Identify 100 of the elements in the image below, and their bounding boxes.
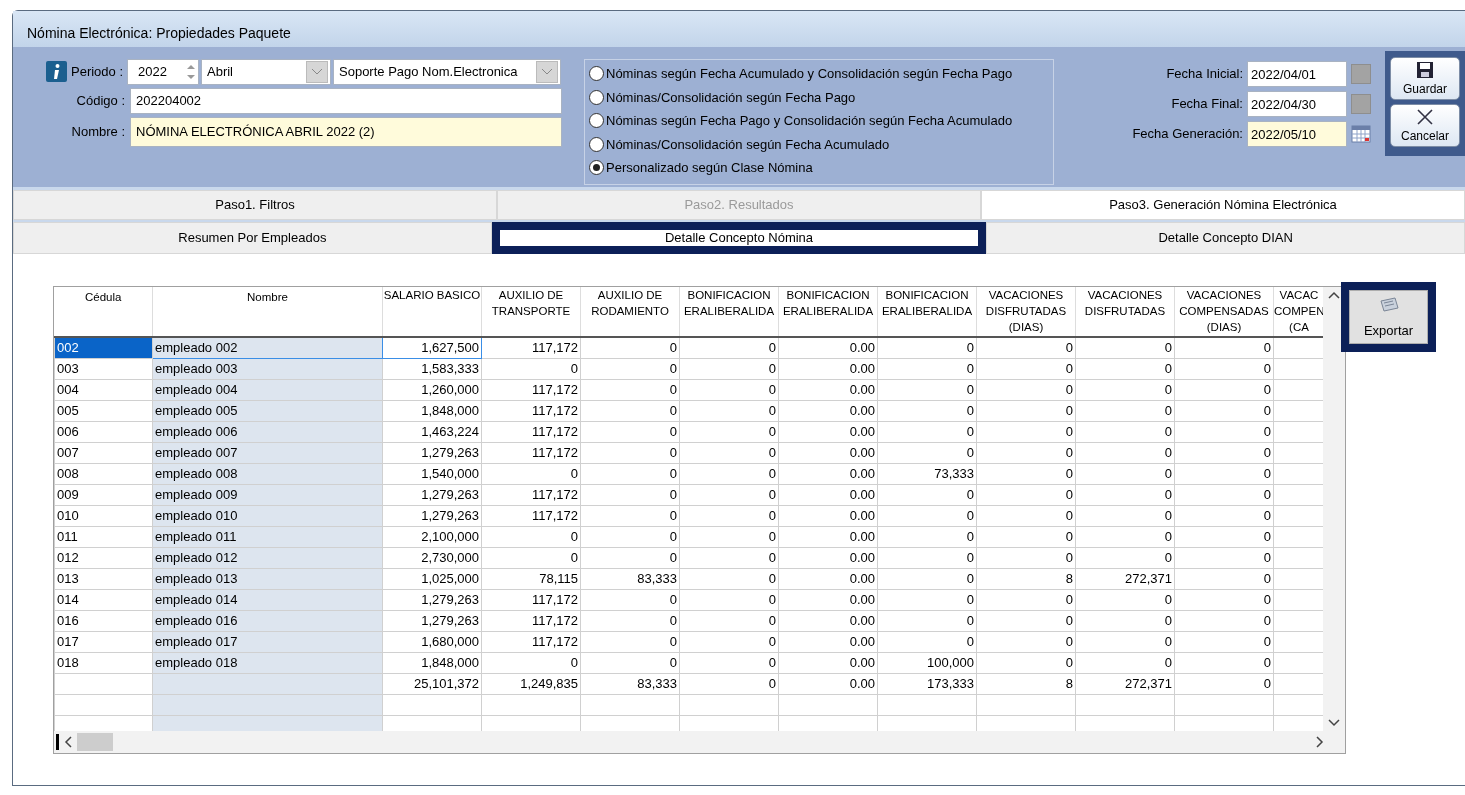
- table-cell: 8: [976, 568, 1076, 589]
- field-label: Nombre :: [70, 122, 126, 141]
- column-header[interactable]: BONIFICACION ERALIBERALIDA: [679, 287, 779, 337]
- table-cell: 0: [1075, 400, 1175, 421]
- radio-button[interactable]: [589, 66, 604, 82]
- table-cell: 0: [679, 463, 779, 484]
- table-cell: 1,848,000: [382, 652, 482, 673]
- scroll-up-icon[interactable]: [1328, 291, 1340, 299]
- save-button[interactable]: Guardar: [1390, 57, 1460, 100]
- table-cell: 1,680,000: [382, 631, 482, 652]
- table-cell: empleado 017: [152, 631, 383, 652]
- date-field[interactable]: 2022/04/30: [1247, 91, 1347, 117]
- date-field[interactable]: 2022/04/01: [1247, 61, 1347, 87]
- date-field[interactable]: 2022/05/10: [1247, 121, 1347, 147]
- table-cell: 117,172: [481, 631, 581, 652]
- table-cell: 117,172: [481, 400, 581, 421]
- column-header[interactable]: BONIFICACION ERALIBERALIDA: [877, 287, 977, 337]
- export-button[interactable]: Exportar: [1349, 290, 1428, 344]
- column-header[interactable]: VACACIONES COMPENSADAS (DIAS): [1174, 287, 1274, 337]
- field-label: Fecha Final:: [1171, 95, 1243, 114]
- table-cell: 0: [976, 358, 1076, 379]
- field-label: Fecha Generación:: [1132, 125, 1243, 144]
- table-cell: 0: [1174, 484, 1274, 505]
- table-cell: 1,540,000: [382, 463, 482, 484]
- scroll-down-icon[interactable]: [1328, 719, 1340, 727]
- table-cell: 0: [877, 547, 977, 568]
- column-header[interactable]: VACACIONES DISFRUTADAS (DIAS): [976, 287, 1076, 337]
- column-header[interactable]: BONIFICACION ERALIBERALIDA: [778, 287, 878, 337]
- table-cell: 0: [580, 463, 680, 484]
- scroll-left-icon[interactable]: [63, 736, 73, 748]
- table-cell: 117,172: [481, 484, 581, 505]
- table-cell: 0: [877, 400, 977, 421]
- radio-button[interactable]: [589, 113, 604, 129]
- field-label: Fecha Inicial:: [1166, 65, 1243, 84]
- table-cell: 0: [580, 505, 680, 526]
- table-cell: 173,333: [877, 673, 977, 694]
- table-cell: 0: [877, 379, 977, 400]
- table-cell: 0: [877, 505, 977, 526]
- table-cell: 1,279,263: [382, 610, 482, 631]
- year-spinner[interactable]: 2022: [127, 58, 199, 85]
- calendar-icon[interactable]: [1351, 124, 1371, 144]
- table-cell: 0: [481, 526, 581, 547]
- table-cell: 0: [976, 505, 1076, 526]
- info-icon[interactable]: [46, 61, 67, 82]
- table-cell: 0: [1075, 526, 1175, 547]
- scrollbar-thumb[interactable]: [77, 733, 113, 751]
- table-cell: 0: [481, 463, 581, 484]
- cancel-button[interactable]: Cancelar: [1390, 104, 1460, 147]
- table-cell: 0: [976, 484, 1076, 505]
- radio-button[interactable]: [589, 89, 604, 105]
- column-header[interactable]: SALARIO BASICO: [382, 287, 482, 337]
- table-cell: 0: [679, 358, 779, 379]
- tab[interactable]: Detalle Concepto DIAN: [986, 222, 1465, 254]
- type-dropdown[interactable]: Soporte Pago Nom.Electronica: [333, 58, 561, 85]
- table-cell: 005: [54, 400, 153, 421]
- table-cell: 0: [1075, 589, 1175, 610]
- table-cell: 0: [1174, 379, 1274, 400]
- table-cell: 018: [54, 652, 153, 673]
- table-cell: 0: [1075, 610, 1175, 631]
- month-dropdown[interactable]: Abril: [201, 58, 331, 85]
- table-cell: 0: [679, 442, 779, 463]
- column-header[interactable]: AUXILIO DE TRANSPORTE: [481, 287, 581, 337]
- table-cell: 0: [877, 421, 977, 442]
- name-field[interactable]: NÓMINA ELECTRÓNICA ABRIL 2022 (2): [130, 116, 562, 147]
- table-cell: 73,333: [877, 463, 977, 484]
- table-cell: 008: [54, 463, 153, 484]
- table-cell: 272,371: [1075, 673, 1175, 694]
- tab[interactable]: Paso3. Generación Nómina Electrónica: [981, 190, 1465, 220]
- column-header[interactable]: AUXILIO DE RODAMIENTO: [580, 287, 680, 337]
- table-cell: empleado 012: [152, 547, 383, 568]
- table-cell: 0: [580, 610, 680, 631]
- table-cell: 83,333: [580, 568, 680, 589]
- table-cell: 0.00: [778, 547, 878, 568]
- table-cell: 0: [1174, 463, 1274, 484]
- tab[interactable]: Resumen Por Empleados: [13, 222, 492, 254]
- scroll-right-icon[interactable]: [1315, 736, 1325, 748]
- table-cell: 017: [54, 631, 153, 652]
- column-header[interactable]: VACACIONES DISFRUTADAS: [1075, 287, 1175, 337]
- table-cell: 0: [1174, 442, 1274, 463]
- table-cell: 002: [54, 337, 153, 358]
- table-cell: 0: [877, 568, 977, 589]
- table-cell: 0: [976, 631, 1076, 652]
- table-cell: 0: [1075, 505, 1175, 526]
- radio-button[interactable]: [589, 136, 604, 152]
- table-cell: 0: [1174, 358, 1274, 379]
- window-title: Nómina Electrónica: Propiedades Paquete: [13, 11, 1465, 47]
- table-cell: 0: [976, 526, 1076, 547]
- table-cell: 0: [877, 589, 977, 610]
- table-cell: 117,172: [481, 589, 581, 610]
- table-cell: 0: [1075, 484, 1175, 505]
- table-cell: 0: [877, 442, 977, 463]
- tab[interactable]: Paso1. Filtros: [13, 190, 497, 220]
- table-cell: 0: [877, 484, 977, 505]
- table-cell: 1,279,263: [382, 484, 482, 505]
- table-cell: 0: [580, 337, 680, 358]
- radio-button[interactable]: [589, 160, 604, 176]
- code-field[interactable]: 202204002: [130, 87, 562, 114]
- table-cell: 100,000: [877, 652, 977, 673]
- table-cell: 0: [1075, 442, 1175, 463]
- tab[interactable]: Detalle Concepto Nómina: [491, 222, 987, 254]
